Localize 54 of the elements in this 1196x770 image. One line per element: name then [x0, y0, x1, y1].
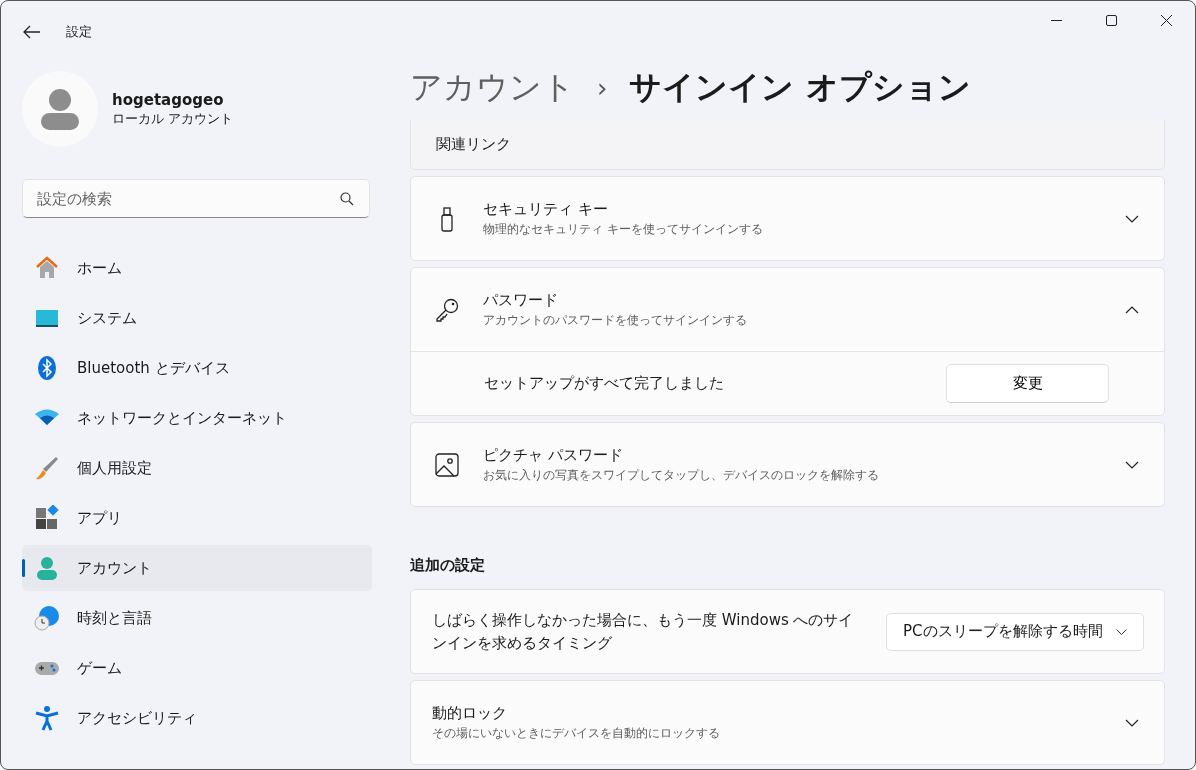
search-field[interactable]: 設定の検索 — [22, 179, 370, 218]
chevron-down-icon[interactable] — [1125, 460, 1139, 469]
sidebar-item[interactable]: システム — [22, 295, 372, 341]
sidebar-item[interactable]: アプリ — [22, 495, 372, 541]
option-description: 物理的なセキュリティ キーを使ってサインインする — [483, 220, 764, 238]
option-title: ピクチャ パスワード — [483, 445, 624, 465]
option-description: その場にいないときにデバイスを自動的にロックする — [432, 724, 721, 742]
person-icon — [34, 555, 60, 581]
section-title: 関連リンク — [436, 135, 511, 154]
chevron-down-icon[interactable] — [1125, 718, 1139, 727]
change-button[interactable]: 変更 — [946, 364, 1109, 403]
option-title: パスワード — [483, 290, 559, 310]
dropdown[interactable]: PCのスリープを解除する時間 — [886, 612, 1144, 651]
expander-header[interactable]: パスワード アカウントのパスワードを使ってサインインする — [411, 268, 1164, 351]
globe-clock-icon — [34, 605, 60, 631]
window-title: 設定 — [66, 23, 92, 41]
breadcrumb-link[interactable]: アカウント — [410, 65, 575, 110]
option-title: 動的ロック — [432, 703, 508, 723]
breadcrumb-separator: › — [597, 72, 608, 103]
sidebar-item[interactable]: 時刻と言語 — [22, 595, 372, 641]
selection-indicator — [22, 559, 25, 577]
sidebar-item[interactable]: アクセシビリティ — [22, 695, 372, 741]
close-icon[interactable] — [1161, 15, 1172, 26]
picture-icon — [434, 451, 460, 478]
chevron-up-icon[interactable] — [1125, 305, 1139, 314]
house-icon — [34, 255, 60, 281]
sidebar-item[interactable]: 個人用設定 — [22, 445, 372, 491]
user-name: hogetagogeo — [112, 90, 225, 109]
expander-header[interactable]: 動的ロック その場にいないときにデバイスを自動的にロックする — [411, 681, 1164, 764]
page-title: サインイン オプション — [629, 66, 971, 108]
paintbrush-icon — [34, 455, 60, 481]
expander-header[interactable]: セキュリティ キー 物理的なセキュリティ キーを使ってサインインする — [411, 177, 1164, 260]
key-icon — [434, 296, 460, 323]
option-description: お気に入りの写真をスワイプしてタップし、デバイスのロックを解除する — [483, 466, 880, 484]
sidebar-item[interactable]: ホーム — [22, 245, 372, 291]
sidebar-item[interactable]: ネットワークとインターネット — [22, 395, 372, 441]
chevron-down-icon[interactable] — [1125, 214, 1139, 223]
account-type: ローカル アカウント — [112, 110, 233, 128]
search-icon — [340, 192, 354, 206]
chevron-down-icon — [1116, 628, 1127, 635]
setting-label: しばらく操作しなかった場合に、もう一度 Windows へのサインインを求めるタイミング — [432, 610, 855, 654]
status-text: セットアップがすべて完了しました — [484, 374, 725, 393]
avatar-icon — [22, 71, 98, 147]
sidebar-item[interactable]: ゲーム — [22, 645, 372, 691]
tiles-icon — [34, 505, 60, 531]
sidebar-item[interactable]: Bluetooth とデバイス — [22, 345, 372, 391]
option-title: セキュリティ キー — [483, 199, 609, 219]
sidebar-item[interactable]: アカウント — [22, 545, 372, 591]
maximize-icon[interactable] — [1106, 15, 1117, 26]
section-heading: 追加の設定 — [410, 556, 486, 575]
back-arrow-icon[interactable] — [23, 25, 41, 39]
option-description: アカウントのパスワードを使ってサインインする — [483, 311, 748, 329]
accessibility-icon — [34, 705, 60, 731]
expander-header[interactable]: ピクチャ パスワード お気に入りの写真をスワイプしてタップし、デバイスのロックを解除する — [411, 423, 1164, 506]
